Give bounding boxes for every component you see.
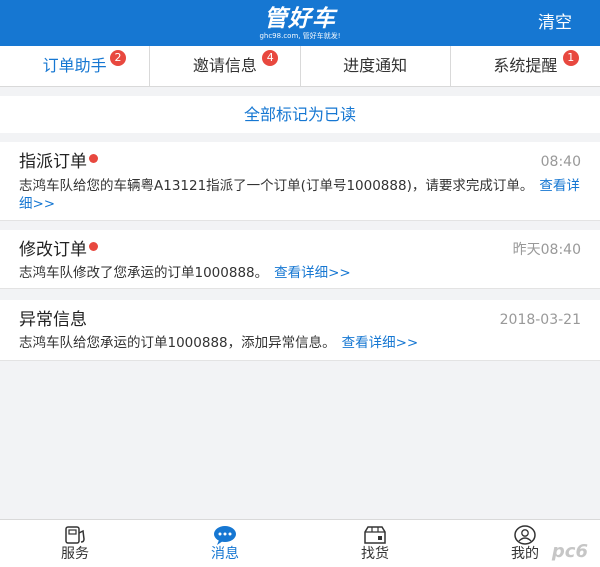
tab-label: 订单助手 [42, 56, 107, 75]
message-text: 志鸿车队修改了您承运的订单1000888。 [19, 265, 269, 281]
nav-messages[interactable]: 消息 [150, 520, 300, 567]
find-goods-icon [364, 526, 386, 544]
message-body: 志鸿车队修改了您承运的订单1000888。 查看详细>> [19, 264, 584, 282]
watermark-logo: pc6 [551, 541, 588, 562]
bottom-nav: 服务 消息 找货 我的 [0, 519, 600, 567]
tab-invitations[interactable]: 邀请信息 4 [150, 46, 301, 86]
unread-dot [89, 242, 98, 251]
tab-label: 系统提醒 [493, 56, 558, 75]
message-body: 志鸿车队给您承运的订单1000888，添加异常信息。 查看详细>> [19, 334, 584, 352]
unread-badge: 4 [262, 50, 279, 66]
profile-icon [514, 525, 536, 545]
message-title-text: 修改订单 [19, 240, 87, 260]
message-icon [214, 526, 236, 545]
message-item[interactable]: 指派订单 08:40 志鸿车队给您的车辆粤A13121指派了一个订单(订单号10… [0, 142, 600, 221]
unread-badge: 2 [110, 50, 126, 66]
service-icon [65, 526, 85, 544]
nav-service[interactable]: 服务 [0, 520, 150, 567]
message-title: 异常信息 [19, 308, 87, 332]
mark-all-read-button[interactable]: 全部标记为已读 [0, 96, 600, 133]
nav-label: 找货 [361, 546, 389, 562]
app-logo: 管好车 ghc98.com, 管好车就发! [0, 6, 600, 41]
message-time: 08:40 [540, 154, 581, 170]
message-item[interactable]: 修改订单 昨天08:40 志鸿车队修改了您承运的订单1000888。 查看详细>> [0, 230, 600, 289]
logo-text: 管好车 [264, 6, 336, 32]
message-title: 指派订单 [19, 150, 98, 174]
nav-label: 消息 [211, 546, 239, 562]
message-time: 昨天08:40 [512, 242, 581, 258]
view-details-link[interactable]: 查看详细>> [342, 335, 419, 351]
app-header: 管好车 ghc98.com, 管好车就发! 清空 [0, 0, 600, 46]
tab-label: 进度通知 [343, 56, 408, 75]
message-item[interactable]: 异常信息 2018-03-21 志鸿车队给您承运的订单1000888，添加异常信… [0, 300, 600, 361]
logo-slogan: ghc98.com, 管好车就发! [259, 32, 341, 40]
message-title: 修改订单 [19, 238, 98, 262]
tab-label: 邀请信息 [192, 56, 257, 75]
message-time: 2018-03-21 [499, 312, 581, 328]
message-title-text: 异常信息 [19, 310, 87, 330]
message-tabs: 订单助手 2 邀请信息 4 进度通知 系统提醒 1 [0, 46, 600, 87]
message-text: 志鸿车队给您的车辆粤A13121指派了一个订单(订单号1000888)，请要求完… [19, 178, 534, 194]
unread-dot [89, 154, 98, 163]
clear-button[interactable]: 清空 [538, 12, 572, 34]
message-body: 志鸿车队给您的车辆粤A13121指派了一个订单(订单号1000888)，请要求完… [19, 177, 584, 213]
view-details-link[interactable]: 查看详细>> [274, 265, 351, 281]
tab-system-reminders[interactable]: 系统提醒 1 [451, 46, 600, 86]
nav-label: 服务 [61, 546, 89, 562]
tab-progress-notices[interactable]: 进度通知 [301, 46, 451, 86]
tab-order-assistant[interactable]: 订单助手 2 [0, 46, 151, 86]
message-title-text: 指派订单 [19, 152, 87, 172]
message-text: 志鸿车队给您承运的订单1000888，添加异常信息。 [19, 335, 336, 351]
unread-badge: 1 [562, 50, 579, 66]
nav-find-goods[interactable]: 找货 [300, 520, 450, 567]
